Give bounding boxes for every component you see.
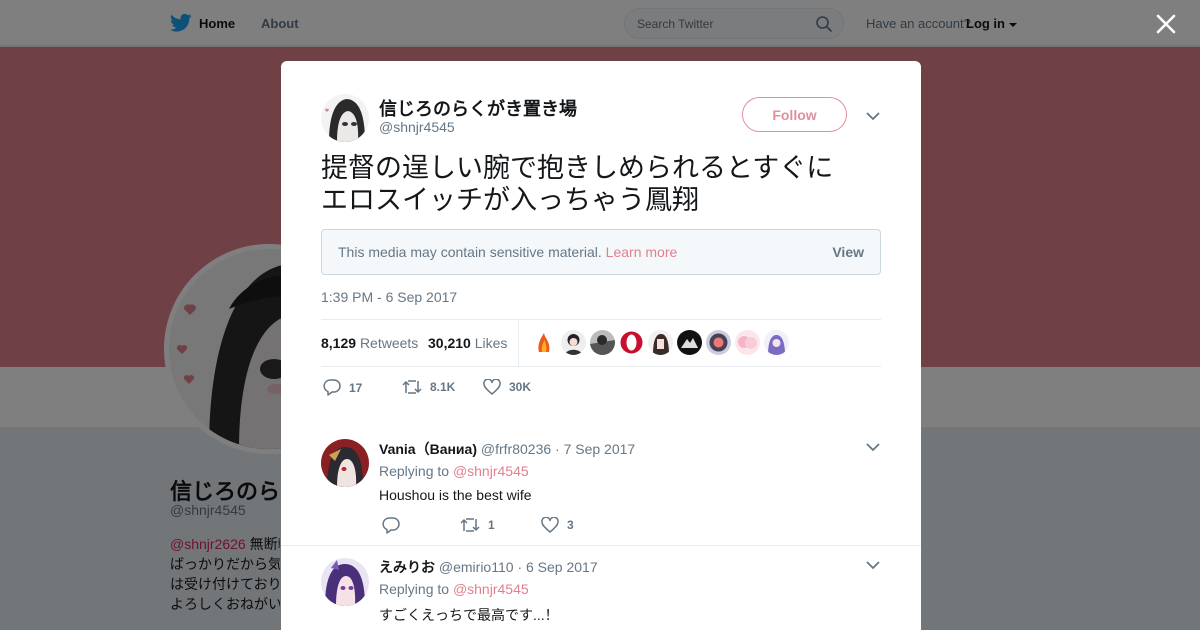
learn-more-link[interactable]: Learn more <box>606 244 678 260</box>
retweets-label: Retweets <box>359 335 419 351</box>
liker-avatar[interactable] <box>764 330 789 355</box>
reply-icon <box>382 517 400 534</box>
replying-to-link[interactable]: @shnjr4545 <box>453 463 529 479</box>
reply-action[interactable] <box>382 517 400 534</box>
retweet-action[interactable]: 8.1K <box>402 379 455 395</box>
retweets-stat[interactable]: 8,129 Retweets <box>321 335 418 351</box>
liker-avatar[interactable] <box>677 330 702 355</box>
close-icon[interactable] <box>1155 13 1177 35</box>
sensitive-notice-text: This media may contain sensitive materia… <box>338 244 677 260</box>
reply-divider <box>281 545 921 546</box>
like-action[interactable]: 30K <box>483 379 531 395</box>
reply-avatar-illustration <box>321 558 369 606</box>
tweet-text-line: エロスイッチが入っちゃう鳳翔 <box>321 185 699 216</box>
liker-avatar[interactable] <box>735 330 760 355</box>
follow-button[interactable]: Follow <box>742 97 847 132</box>
author-avatar-illustration <box>321 94 369 142</box>
heart-icon <box>541 517 559 533</box>
reply-avatar-illustration <box>321 439 369 487</box>
like-action[interactable]: 3 <box>541 517 574 533</box>
retweets-count: 8,129 <box>321 335 357 351</box>
heart-icon <box>483 379 501 395</box>
reply-action[interactable]: 17 <box>323 379 362 396</box>
reply-date[interactable]: · 6 Sep 2017 <box>517 559 597 575</box>
stats-divider <box>518 320 519 366</box>
liker-avatar[interactable] <box>706 330 731 355</box>
reply-author-handle[interactable]: @emirio110 <box>439 559 514 575</box>
chevron-down-icon[interactable] <box>866 111 880 121</box>
replying-to: Replying to @shnjr4545 <box>379 463 529 479</box>
retweet-icon <box>460 518 480 532</box>
liker-avatar[interactable] <box>532 330 557 355</box>
reply-avatar[interactable] <box>321 439 369 487</box>
tweet-text: 提督の逞しい腕で抱きしめられるとすぐに エロスイッチが入っちゃう鳳翔 <box>321 153 891 217</box>
reply-header: Vania（Ваниа) @frfr80236 · 7 Sep 2017 <box>379 439 635 459</box>
author-name[interactable]: 信じろのらくがき置き場 <box>379 95 577 121</box>
likes-count: 30,210 <box>428 335 471 351</box>
reply-author-handle[interactable]: @frfr80236 <box>481 441 551 457</box>
chevron-down-icon[interactable] <box>866 560 880 570</box>
likes-stat[interactable]: 30,210 Likes <box>428 335 507 351</box>
retweet-action[interactable]: 1 <box>460 517 495 533</box>
retweet-icon <box>402 380 422 394</box>
liker-avatar[interactable] <box>561 330 586 355</box>
reply-author-name[interactable]: えみりお <box>379 559 435 575</box>
author-handle[interactable]: @shnjr4545 <box>379 119 455 135</box>
tweet-timestamp[interactable]: 1:39 PM - 6 Sep 2017 <box>321 289 457 305</box>
reply-header: えみりお @emirio110 · 6 Sep 2017 <box>379 557 598 577</box>
liker-avatar[interactable] <box>590 330 615 355</box>
replying-prefix: Replying to <box>379 581 450 597</box>
reply-text: すごくえっちで最高です...！ <box>379 607 559 623</box>
chevron-down-icon[interactable] <box>866 442 880 452</box>
reply-author-name[interactable]: Vania（Ваниа) <box>379 441 477 457</box>
replying-to: Replying to @shnjr4545 <box>379 581 529 597</box>
reply-avatar[interactable] <box>321 558 369 606</box>
reply-count: 17 <box>349 380 363 395</box>
like-count: 30K <box>509 380 532 394</box>
tweet-text-line: 提督の逞しい腕で抱きしめられるとすぐに <box>321 153 834 184</box>
retweet-count: 1 <box>488 518 495 532</box>
tweet-modal: 信じろのらくがき置き場 @shnjr4545 Follow 提督の逞しい腕で抱き… <box>281 61 921 630</box>
sensitive-media-notice: This media may contain sensitive materia… <box>321 229 881 275</box>
likers-avatars <box>532 330 789 355</box>
tweet-stats: 8,129 Retweets 30,210 Likes <box>321 319 881 367</box>
reply-text: Houshou is the best wife <box>379 487 532 503</box>
reply-icon <box>323 379 341 396</box>
like-count: 3 <box>567 518 574 532</box>
replying-prefix: Replying to <box>379 463 450 479</box>
replying-to-link[interactable]: @shnjr4545 <box>453 581 529 597</box>
sensitive-notice-label: This media may contain sensitive materia… <box>338 244 602 260</box>
liker-avatar[interactable] <box>648 330 673 355</box>
likes-label: Likes <box>474 335 508 351</box>
retweet-count: 8.1K <box>430 380 456 394</box>
reply-date[interactable]: · 7 Sep 2017 <box>555 441 635 457</box>
liker-avatar[interactable] <box>619 330 644 355</box>
view-media-button[interactable]: View <box>832 244 864 260</box>
author-avatar[interactable] <box>321 94 369 142</box>
